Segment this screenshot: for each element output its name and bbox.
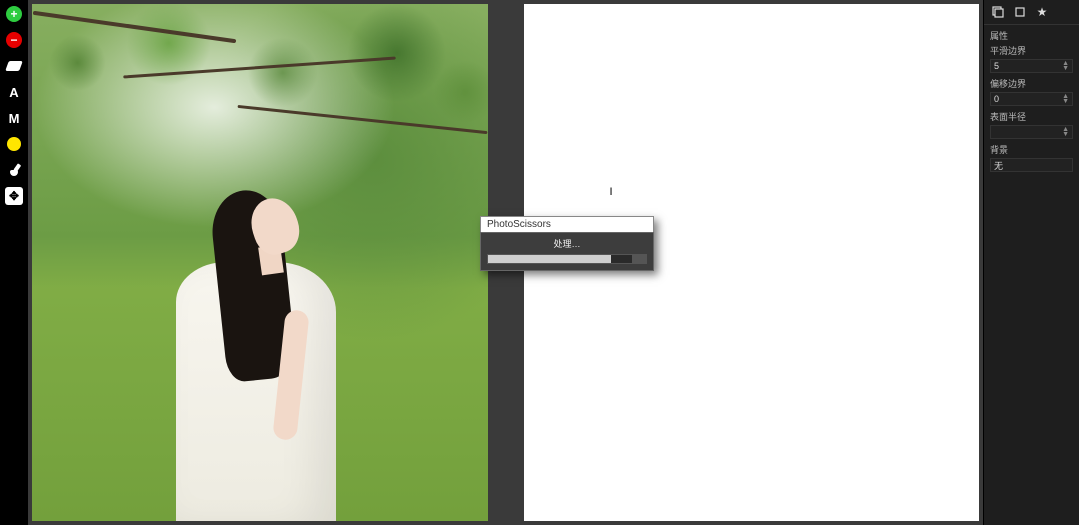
surface-radius-input[interactable]: ▲▼ xyxy=(990,125,1073,139)
progress-bar xyxy=(487,254,647,264)
color-tool[interactable] xyxy=(4,134,24,154)
tab-copy[interactable] xyxy=(1012,4,1028,20)
properties-section: 属性 平滑边界 5 ▲▼ 偏移边界 0 ▲▼ 表面半径 ▲▼ 背景 无 xyxy=(984,25,1079,178)
stepper-icon[interactable]: ▲▼ xyxy=(1062,61,1069,71)
progress-dialog: PhotoScissors 处理… xyxy=(480,216,654,271)
remove-marker-tool[interactable]: − xyxy=(4,30,24,50)
stepper-icon[interactable]: ▲▼ xyxy=(1062,94,1069,104)
move-tool[interactable]: ✥ xyxy=(4,186,24,206)
offset-edge-value: 0 xyxy=(994,94,999,104)
stepper-icon[interactable]: ▲▼ xyxy=(1062,127,1069,137)
progress-fill xyxy=(488,255,611,263)
background-select[interactable]: 无 xyxy=(990,158,1073,172)
right-properties-panel: ★ 属性 平滑边界 5 ▲▼ 偏移边界 0 ▲▼ 表面半径 ▲▼ 背景 无 xyxy=(983,0,1079,525)
add-marker-tool[interactable]: + xyxy=(4,4,24,24)
background-label: 背景 xyxy=(990,143,1073,156)
text-cursor-icon: I xyxy=(610,186,613,198)
photo-foliage xyxy=(32,4,488,200)
right-panel-tabs: ★ xyxy=(984,0,1079,25)
brush-icon xyxy=(7,163,21,177)
auto-tool[interactable]: A xyxy=(4,82,24,102)
background-value: 无 xyxy=(994,159,1003,172)
section-title: 属性 xyxy=(990,29,1073,42)
workspace: I PhotoScissors 处理… xyxy=(28,0,983,525)
surface-radius-label: 表面半径 xyxy=(990,110,1073,123)
eraser-tool[interactable] xyxy=(4,56,24,76)
smooth-edge-input[interactable]: 5 ▲▼ xyxy=(990,59,1073,73)
brush-tool[interactable] xyxy=(4,160,24,180)
copy-icon xyxy=(1013,5,1027,19)
progress-cap xyxy=(632,255,646,263)
tab-layers[interactable] xyxy=(990,4,1006,20)
tab-favorites[interactable]: ★ xyxy=(1034,4,1050,20)
move-icon: ✥ xyxy=(5,187,23,205)
dialog-body: 处理… xyxy=(480,232,654,271)
offset-edge-label: 偏移边界 xyxy=(990,77,1073,90)
source-image-panel[interactable] xyxy=(32,4,488,521)
dialog-message: 处理… xyxy=(487,237,647,250)
mask-tool[interactable]: M xyxy=(4,108,24,128)
eraser-icon xyxy=(5,61,23,71)
photo-figure xyxy=(141,190,332,521)
plus-icon: + xyxy=(6,6,22,22)
smooth-edge-label: 平滑边界 xyxy=(990,44,1073,57)
yellow-circle-icon xyxy=(7,137,21,151)
dialog-title: PhotoScissors xyxy=(480,216,654,232)
smooth-edge-value: 5 xyxy=(994,61,999,71)
left-toolbar: + − A M ✥ xyxy=(0,0,28,525)
minus-icon: − xyxy=(6,32,22,48)
layers-icon xyxy=(991,5,1005,19)
offset-edge-input[interactable]: 0 ▲▼ xyxy=(990,92,1073,106)
